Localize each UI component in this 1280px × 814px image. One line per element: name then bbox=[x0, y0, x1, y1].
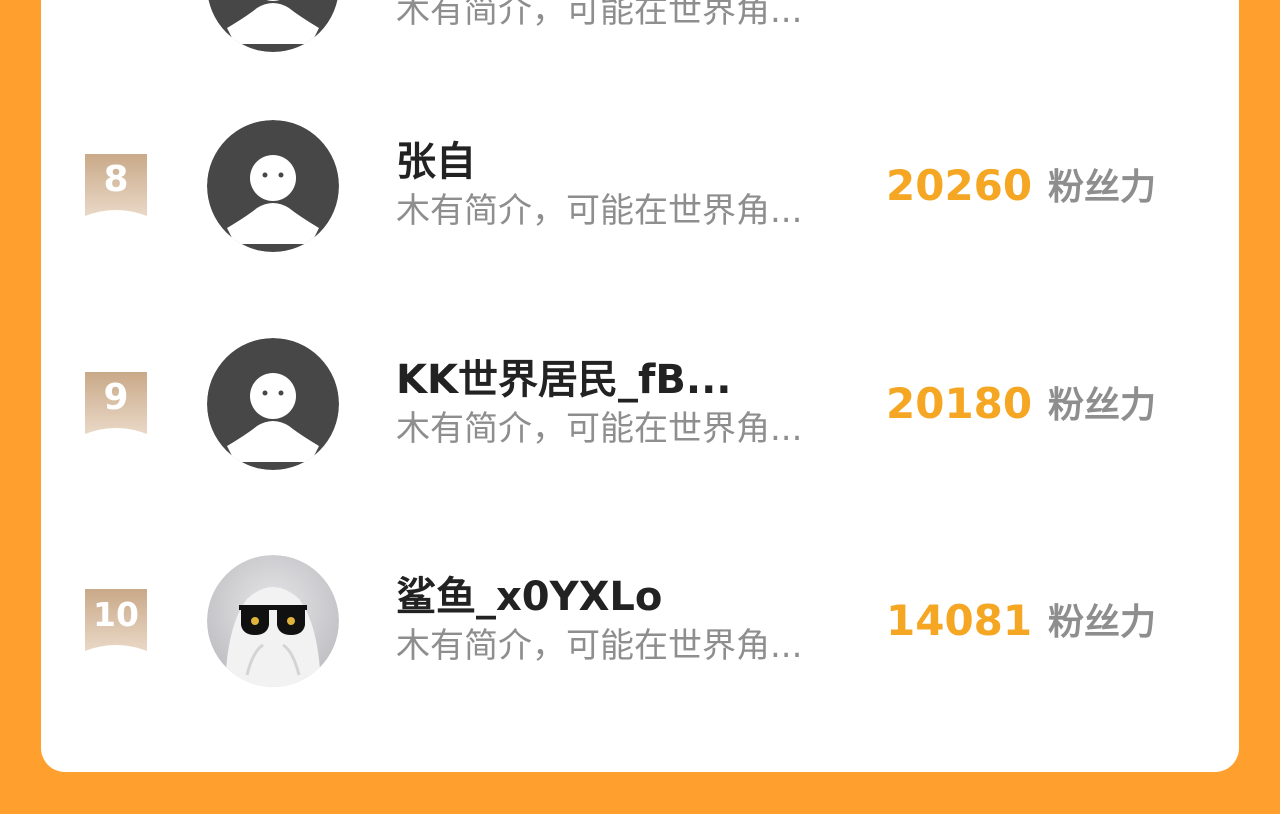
rank-badge: 10 bbox=[85, 589, 147, 651]
ranking-row-9[interactable]: 9 KK世界居民_fB... 木有简介，可能在世界角... 20180 粉丝力 bbox=[41, 338, 1239, 478]
avatar[interactable] bbox=[207, 555, 339, 687]
fan-power-score: 20180 bbox=[886, 379, 1033, 428]
rank-badge: 8 bbox=[85, 154, 147, 216]
row-description: 木有简介，可能在世界角... bbox=[396, 191, 803, 231]
ranking-card: 木有简介，可能在世界角... 8 张自 木有简介，可能在世界角... 20260… bbox=[41, 0, 1239, 772]
avatar[interactable] bbox=[207, 0, 339, 52]
fan-power-label: 粉丝力 bbox=[1048, 385, 1157, 426]
default-person-avatar-icon bbox=[207, 120, 339, 252]
ghost-sunglasses-avatar-icon bbox=[207, 555, 339, 687]
fan-power-score: 14081 bbox=[886, 596, 1033, 645]
avatar[interactable] bbox=[207, 120, 339, 252]
fan-power-label: 粉丝力 bbox=[1048, 167, 1157, 208]
row-description: 木有简介，可能在世界角... bbox=[396, 626, 803, 666]
default-person-avatar-icon bbox=[207, 338, 339, 470]
rank-badge: 9 bbox=[85, 372, 147, 434]
user-name[interactable]: 张自 bbox=[396, 138, 476, 186]
avatar[interactable] bbox=[207, 338, 339, 470]
user-name[interactable]: KK世界居民_fB... bbox=[396, 356, 731, 404]
ranking-row-10[interactable]: 10 鲨鱼_x0YXLo 木有简介，可能在世界角... 14081 粉丝力 bbox=[41, 555, 1239, 695]
rank-number: 10 bbox=[93, 595, 139, 634]
ranking-row-7[interactable]: 木有简介，可能在世界角... bbox=[41, 0, 1239, 60]
ranking-row-8[interactable]: 8 张自 木有简介，可能在世界角... 20260 粉丝力 bbox=[41, 120, 1239, 260]
default-person-avatar-icon bbox=[208, 0, 338, 52]
row-description: 木有简介，可能在世界角... bbox=[396, 409, 803, 449]
user-name[interactable]: 鲨鱼_x0YXLo bbox=[396, 573, 662, 621]
row-description: 木有简介，可能在世界角... bbox=[396, 0, 803, 31]
fan-power-label: 粉丝力 bbox=[1048, 602, 1157, 643]
rank-number: 8 bbox=[103, 159, 129, 200]
rank-number: 9 bbox=[103, 377, 129, 418]
fan-power-score: 20260 bbox=[886, 161, 1033, 210]
